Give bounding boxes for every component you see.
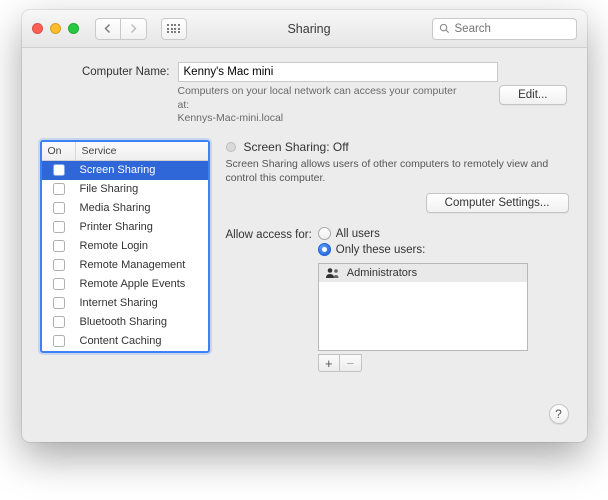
main-split: On Service Screen Sharing File Sharing — [40, 140, 569, 374]
computer-name-row: Computer Name: — [40, 62, 569, 82]
zoom-icon[interactable] — [68, 23, 79, 34]
forward-button[interactable] — [121, 18, 147, 40]
window-title: Sharing — [195, 22, 424, 36]
service-row-internet-sharing[interactable]: Internet Sharing — [42, 294, 208, 313]
allow-access-label: Allow access for: — [226, 229, 312, 241]
services-panel: On Service Screen Sharing File Sharing — [40, 140, 210, 374]
radio-only-these-users[interactable]: Only these users: — [318, 243, 528, 256]
service-label: Media Sharing — [76, 202, 208, 214]
services-body: Screen Sharing File Sharing Media Sharin… — [42, 161, 208, 351]
checkbox[interactable] — [53, 259, 65, 271]
minimize-icon[interactable] — [50, 23, 61, 34]
service-row-remote-login[interactable]: Remote Login — [42, 237, 208, 256]
remove-user-button[interactable]: − — [340, 354, 362, 372]
network-address-text: Computers on your local network can acce… — [178, 85, 468, 126]
service-row-file-sharing[interactable]: File Sharing — [42, 180, 208, 199]
add-user-button[interactable]: + — [318, 354, 340, 372]
checkbox[interactable] — [53, 221, 65, 233]
status-text: Screen Sharing: Off — [244, 140, 349, 154]
service-row-screen-sharing[interactable]: Screen Sharing — [42, 161, 208, 180]
access-radio-group: All users Only these users: — [318, 227, 528, 372]
checkbox[interactable] — [53, 202, 65, 214]
service-description: Screen Sharing allows users of other com… — [226, 157, 569, 185]
checkbox[interactable] — [53, 297, 65, 309]
service-label: Printer Sharing — [76, 221, 208, 233]
search-icon — [439, 23, 450, 34]
search-field[interactable] — [432, 18, 577, 40]
radio-all-users[interactable]: All users — [318, 227, 528, 240]
computer-settings-button[interactable]: Computer Settings... — [426, 193, 569, 213]
edit-button[interactable]: Edit... — [499, 85, 566, 105]
sharing-prefs-window: Sharing Computer Name: Computers on your… — [22, 10, 587, 442]
service-row-media-sharing[interactable]: Media Sharing — [42, 199, 208, 218]
close-icon[interactable] — [32, 23, 43, 34]
service-label: Content Caching — [76, 335, 208, 347]
computer-settings-row: Computer Settings... — [226, 193, 569, 213]
service-label: File Sharing — [76, 183, 208, 195]
service-row-printer-sharing[interactable]: Printer Sharing — [42, 218, 208, 237]
detail-panel: Screen Sharing: Off Screen Sharing allow… — [226, 140, 569, 374]
radio-label: All users — [336, 228, 380, 240]
service-row-content-caching[interactable]: Content Caching — [42, 332, 208, 351]
checkbox[interactable] — [53, 316, 65, 328]
service-label: Bluetooth Sharing — [76, 316, 208, 328]
users-listbox[interactable]: Administrators — [318, 263, 528, 351]
checkbox[interactable] — [53, 164, 65, 176]
status-row: Screen Sharing: Off — [226, 140, 569, 154]
service-label: Remote Apple Events — [76, 278, 208, 290]
radio-icon — [318, 227, 331, 240]
back-button[interactable] — [95, 18, 121, 40]
col-header-on: On — [42, 142, 76, 160]
services-header: On Service — [42, 142, 208, 161]
service-label: Remote Login — [76, 240, 208, 252]
network-address-row: Computers on your local network can acce… — [40, 85, 569, 126]
titlebar: Sharing — [22, 10, 587, 48]
search-input[interactable] — [455, 23, 587, 35]
service-row-remote-management[interactable]: Remote Management — [42, 256, 208, 275]
radio-icon — [318, 243, 331, 256]
checkbox[interactable] — [53, 240, 65, 252]
checkbox[interactable] — [53, 335, 65, 347]
allow-access-row: Allow access for: All users Only these u… — [226, 227, 569, 372]
user-name: Administrators — [347, 267, 417, 279]
show-all-button[interactable] — [161, 18, 187, 40]
traffic-lights — [32, 23, 79, 34]
service-label: Internet Sharing — [76, 297, 208, 309]
service-label: Screen Sharing — [76, 164, 208, 176]
checkbox[interactable] — [53, 278, 65, 290]
service-row-remote-apple-events[interactable]: Remote Apple Events — [42, 275, 208, 294]
users-icon — [325, 267, 341, 279]
nav-back-forward — [95, 18, 147, 40]
services-table: On Service Screen Sharing File Sharing — [40, 140, 210, 353]
service-label: Remote Management — [76, 259, 208, 271]
radio-label: Only these users: — [336, 244, 425, 256]
status-indicator-icon — [226, 142, 236, 152]
service-row-bluetooth-sharing[interactable]: Bluetooth Sharing — [42, 313, 208, 332]
computer-name-label: Computer Name: — [68, 66, 170, 78]
col-header-service: Service — [76, 142, 208, 160]
list-item[interactable]: Administrators — [319, 264, 527, 282]
help-button[interactable]: ? — [549, 404, 569, 424]
footer: ? — [22, 392, 587, 442]
add-remove-buttons: + − — [318, 354, 528, 372]
content-area: Computer Name: Computers on your local n… — [22, 48, 587, 392]
checkbox[interactable] — [53, 183, 65, 195]
computer-name-input[interactable] — [178, 62, 498, 82]
